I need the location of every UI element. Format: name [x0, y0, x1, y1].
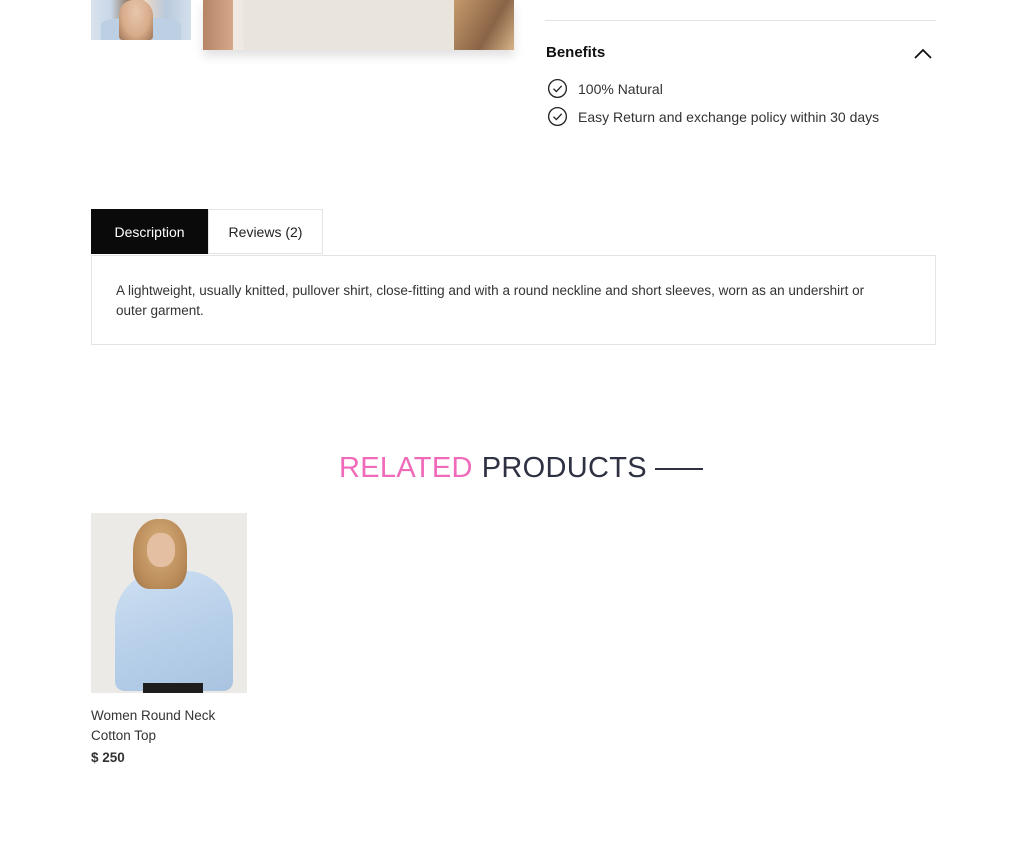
tab-reviews[interactable]: Reviews (2) — [208, 209, 323, 254]
gallery-thumbnail[interactable] — [91, 0, 191, 40]
product-image-blouse — [115, 571, 233, 691]
benefit-item: 100% Natural — [547, 78, 663, 99]
product-card-price: $ 250 — [91, 750, 125, 765]
related-title-main: PRODUCTS — [481, 452, 647, 484]
related-products-heading: RELATED PRODUCTS — [339, 452, 703, 485]
product-card-name[interactable]: Women Round Neck Cotton Top — [91, 706, 241, 746]
benefits-title: Benefits — [546, 44, 606, 61]
benefit-label: 100% Natural — [578, 80, 663, 97]
benefits-divider — [545, 20, 936, 21]
main-image-hair — [454, 0, 514, 50]
check-circle-icon — [547, 78, 568, 99]
related-title-accent: RELATED — [339, 452, 473, 484]
description-panel: A lightweight, usually knitted, pullover… — [91, 255, 936, 345]
benefit-label: Easy Return and exchange policy within 3… — [578, 108, 880, 125]
title-decoration-line — [654, 467, 703, 470]
product-main-image — [203, 0, 514, 50]
main-image-tee — [243, 0, 473, 50]
benefit-item: Easy Return and exchange policy within 3… — [547, 106, 879, 127]
product-image-face — [147, 533, 175, 567]
product-card-image[interactable] — [91, 513, 247, 693]
check-circle-icon — [547, 106, 568, 127]
thumbnail-figure — [119, 0, 153, 40]
chevron-up-icon[interactable] — [912, 44, 934, 62]
tab-description[interactable]: Description — [91, 209, 208, 254]
description-text: A lightweight, usually knitted, pullover… — [116, 283, 865, 318]
main-image-arm — [203, 0, 233, 50]
product-image-pants — [143, 683, 203, 693]
